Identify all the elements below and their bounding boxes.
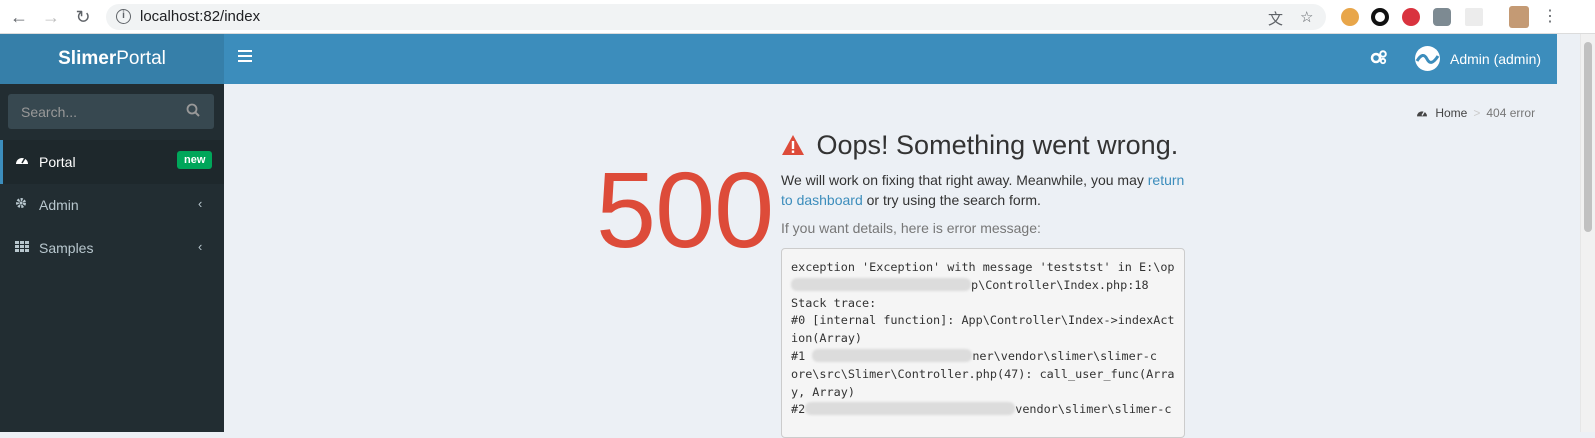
sidebar-item-admin[interactable]: Admin ‹ [0,183,224,227]
breadcrumb: Home >404 error [1416,106,1535,120]
top-navbar: Admin (admin) [224,34,1557,84]
error-title: Oops! Something went wrong. [781,130,1178,161]
circle-extension-icon[interactable] [1371,8,1389,26]
error-message: We will work on fixing that right away. … [781,170,1191,210]
trace-line: Stack trace: [791,295,877,310]
logo-bold-text: Slimer [58,48,117,69]
star-icon[interactable]: ☆ [1300,8,1313,26]
error-stack-trace: exception 'Exception' with message 'test… [781,248,1185,438]
red-extension-icon[interactable] [1402,8,1420,26]
redacted-text [805,402,1016,416]
warning-icon [781,130,817,160]
error-message-text-after: or try using the search form. [862,192,1041,208]
sidebar-item-samples[interactable]: Samples ‹ [0,226,224,270]
details-label: If you want details, here is error messa… [781,220,1041,236]
cookie-extension-icon[interactable] [1341,8,1359,26]
trace-line: exception 'Exception' with message 'test… [791,260,1175,274]
sidebar-item-portal[interactable]: Portal new [0,140,224,184]
user-avatar[interactable] [1415,46,1440,71]
trace-line: p\Controller\Index.php:18 [791,277,1175,295]
search-icon[interactable] [186,103,204,121]
gears-icon[interactable] [1370,49,1388,70]
sidebar-item-label: Portal [39,154,76,170]
chevron-left-icon: ‹ [198,196,203,211]
error-message-text: We will work on fixing that right away. … [781,172,1148,188]
trace-line: #0 [internal function]: App\Controller\I… [791,313,1175,328]
trace-line: ore\src\Slimer\Controller.php(47): call_… [791,366,1175,381]
breadcrumb-separator: > [1473,106,1481,120]
sidebar-search [8,94,214,129]
gear-icon [15,197,29,212]
browser-toolbar: ← → ↻ i localhost:82/index 文 ☆ ⋮ [0,0,1595,34]
search-input[interactable] [8,94,183,129]
translate-icon[interactable]: 文 [1268,8,1283,29]
redacted-text [791,277,971,291]
kebab-menu-icon[interactable]: ⋮ [1540,7,1560,27]
new-badge: new [177,151,213,169]
trace-line: #1 ner\vendor\slimer\slimer-c [791,348,1157,363]
profile-avatar-icon[interactable] [1509,6,1529,28]
address-bar[interactable]: i localhost:82/index 文 ☆ [106,4,1326,30]
forward-arrow-icon[interactable]: → [41,7,61,27]
chevron-left-icon: ‹ [198,239,203,254]
trace-line: ion(Array) [791,331,863,346]
sidebar-item-label: Admin [39,197,79,213]
breadcrumb-current: 404 error [1486,106,1536,120]
url-text[interactable]: localhost:82/index [140,8,260,25]
app-logo[interactable]: SlimerPortal [0,34,224,84]
sidebar-item-label: Samples [39,240,94,256]
breadcrumb-home[interactable]: Home [1435,106,1467,120]
grey-extension-icon[interactable] [1465,8,1483,26]
sidebar: Portal new Admin ‹ Samples ‹ [0,84,224,432]
grid-icon [15,240,29,255]
user-name[interactable]: Admin (admin) [1450,51,1541,67]
info-icon[interactable]: i [116,9,131,24]
redacted-text [812,348,973,362]
scrollbar-thumb[interactable] [1584,42,1592,232]
sidebar-toggle-icon[interactable] [238,50,252,64]
error-title-text: Oops! Something went wrong. [816,130,1179,160]
dashboard-icon [15,154,29,169]
shield-extension-icon[interactable] [1433,8,1451,26]
logo-light-text: Portal [116,48,166,69]
reload-icon[interactable]: ↻ [73,7,93,27]
page-scrollbar[interactable] [1580,34,1595,432]
dashboard-icon [1416,106,1431,120]
trace-line: y, Array) [791,384,855,399]
error-code: 500 [596,149,774,270]
trace-line: #2 vendor\slimer\slimer-c [791,402,1172,417]
back-arrow-icon[interactable]: ← [9,7,29,27]
